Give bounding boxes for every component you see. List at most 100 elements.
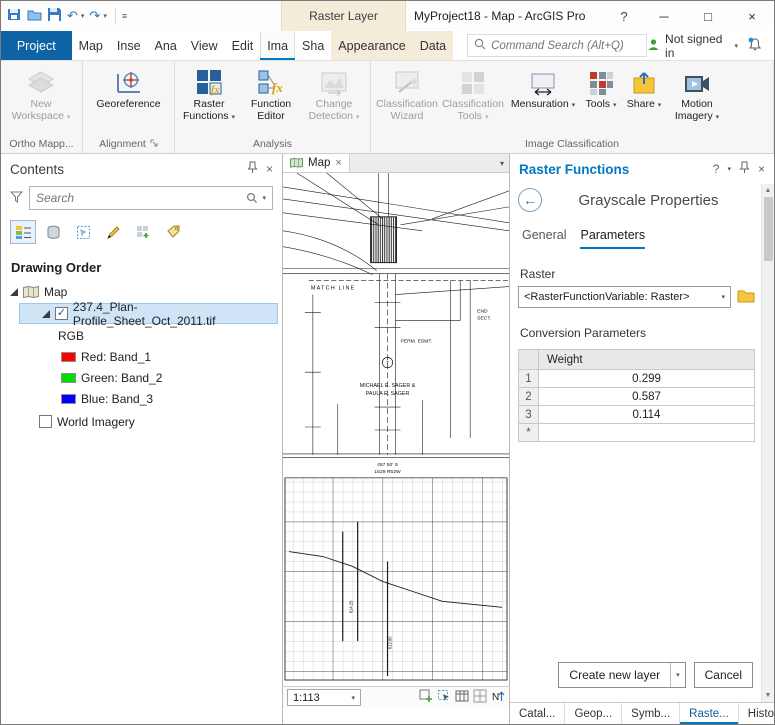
scroll-down-icon[interactable]: ▼ [765,689,772,702]
classification-wizard-button[interactable]: Classification Wizard [374,63,440,122]
new-project-icon[interactable] [7,7,22,25]
help-icon[interactable]: ? [609,1,639,31]
minimize-button[interactable]: ─ [642,1,686,31]
tab-snapping[interactable] [130,220,156,244]
motion-imagery-button[interactable]: Motion Imagery ▾ [666,63,728,124]
tab-catalog[interactable]: Catal... [510,703,565,724]
tab-general[interactable]: General [522,228,566,249]
mensuration-button[interactable]: Mensuration ▾ [506,63,580,112]
layer-row-world-imagery[interactable]: World Imagery [1,411,282,432]
weight-value[interactable]: 0.299 [539,370,755,388]
north-arrow-icon[interactable]: N [491,689,505,706]
tab-appearance[interactable]: Appearance [331,31,412,60]
redo-caret-icon[interactable]: ▾ [103,12,107,20]
attribute-table-icon[interactable] [455,689,469,706]
pane-pin-icon[interactable] [739,161,750,177]
raster-functions-button[interactable]: fx Raster Functions ▾ [178,63,240,124]
notifications-bell-icon[interactable] [748,37,762,55]
tab-raster-functions[interactable]: Raste... [680,703,739,724]
browse-folder-icon[interactable] [737,289,755,306]
contents-search-input[interactable] [36,191,242,205]
map-view-tab[interactable]: Map × [283,154,350,172]
tab-project[interactable]: Project [1,31,72,60]
band-row-blue[interactable]: Blue: Band_3 [1,388,282,409]
undo-caret-icon[interactable]: ▾ [81,12,85,20]
scroll-up-icon[interactable]: ▲ [765,184,772,197]
world-imagery-checkbox-unchecked[interactable] [39,415,52,428]
command-search-input[interactable] [491,40,640,52]
tab-geoprocessing[interactable]: Geop... [565,703,622,724]
tab-parameters[interactable]: Parameters [580,228,645,249]
tab-view[interactable]: View [184,31,225,60]
tab-selection[interactable] [70,220,96,244]
save-project-icon[interactable] [47,7,62,25]
create-new-layer-button[interactable]: Create new layer ▾ [558,662,685,688]
raster-variable-dropdown[interactable]: <RasterFunctionVariable: Raster> ▾ [518,286,731,308]
table-row[interactable]: 3 0.114 [519,406,755,424]
back-button[interactable]: ← [518,188,542,212]
tab-data-source[interactable] [40,220,66,244]
contents-close-icon[interactable]: × [266,162,273,176]
table-row[interactable]: 2 0.587 [519,388,755,406]
sign-in-status[interactable]: Not signed in ▾ [647,32,738,60]
open-project-icon[interactable] [27,7,42,25]
pane-help-icon[interactable]: ? [713,162,720,176]
create-new-layer-caret-icon[interactable]: ▾ [670,663,685,687]
tab-drawing-order[interactable] [10,220,36,244]
tab-imagery[interactable]: Ima [260,31,295,60]
weight-value[interactable] [539,424,755,442]
classification-tools-button[interactable]: Classification Tools ▾ [440,63,506,124]
tab-history[interactable]: History [739,703,775,724]
map-tab-close-icon[interactable]: × [335,157,341,169]
weight-value[interactable]: 0.114 [539,406,755,424]
table-row[interactable]: 1 0.299 [519,370,755,388]
add-data-icon[interactable] [419,689,433,706]
weight-value[interactable]: 0.587 [539,388,755,406]
tab-insert[interactable]: Inse [110,31,148,60]
change-detection-icon [320,66,348,96]
tab-editing[interactable] [100,220,126,244]
georeference-button[interactable]: Georeference [88,63,170,110]
new-workspace-icon [27,66,55,96]
expanded-caret-icon[interactable] [9,287,18,296]
tab-share[interactable]: Sha [295,31,331,60]
new-workspace-button[interactable]: New Workspace ▾ [4,63,78,124]
map-canvas[interactable]: MATCH LINE PERM. ESMT. T MICHAEL E. SAGE… [283,173,509,686]
select-features-icon[interactable] [437,689,451,706]
customize-toolbar-icon[interactable]: ≡ [122,11,127,21]
band-row-red[interactable]: Red: Band_1 [1,346,282,367]
tab-edit[interactable]: Edit [225,31,261,60]
filter-icon[interactable] [10,191,23,206]
undo-icon[interactable]: ↶ [67,8,78,24]
pixel-grid-icon[interactable] [473,689,487,706]
close-button[interactable]: × [730,1,774,31]
change-detection-button[interactable]: Change Detection ▾ [302,63,366,124]
scrollbar-thumb[interactable] [764,197,773,261]
contents-search[interactable]: ▾ [29,186,273,210]
redo-icon[interactable]: ↷ [89,8,100,24]
tab-analysis[interactable]: Ana [148,31,184,60]
tab-symbology[interactable]: Symb... [622,703,680,724]
tab-map[interactable]: Map [72,31,110,60]
tab-strip-caret-icon[interactable]: ▾ [500,159,509,168]
tools-button[interactable]: Tools ▾ [580,63,622,112]
tab-data[interactable]: Data [413,31,453,60]
cancel-button[interactable]: Cancel [694,662,753,688]
alignment-dialog-launcher-icon[interactable] [150,138,158,150]
pane-close-icon[interactable]: × [758,162,765,176]
table-row[interactable]: * [519,424,755,442]
layer-row-raster[interactable]: ✓ 237.4_Plan-Profile_Sheet_Oct_2011.tif [19,303,278,324]
maximize-button[interactable]: □ [686,1,730,31]
pane-scrollbar[interactable]: ▲ ▼ [761,184,774,702]
function-editor-button[interactable]: fx Function Editor [240,63,302,122]
share-button[interactable]: Share ▾ [622,63,666,112]
scale-selector[interactable]: 1:113 ▾ [287,689,361,706]
pin-icon[interactable] [247,161,258,177]
expanded-caret-icon[interactable] [41,309,50,318]
command-search[interactable] [467,34,647,57]
band-row-green[interactable]: Green: Band_2 [1,367,282,388]
pane-menu-caret-icon[interactable]: ▾ [727,165,731,173]
contents-search-caret-icon[interactable]: ▾ [262,194,266,202]
raster-layer-checkbox-checked[interactable]: ✓ [55,307,68,320]
tab-labeling[interactable] [160,220,186,244]
